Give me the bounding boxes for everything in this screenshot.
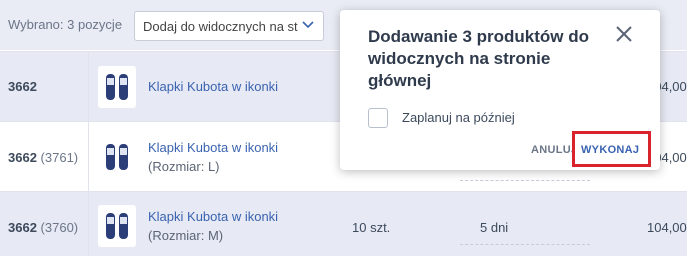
product-link[interactable]: Klapki Kubota w ikonki xyxy=(148,140,278,155)
slippers-image xyxy=(106,74,128,100)
product-name-cell: Klapki Kubota w ikonki (Rozmiar: L) xyxy=(148,140,278,174)
execute-button[interactable]: WYKONAJ xyxy=(572,131,651,167)
dialog-title: Dodawanie 3 produktów do widocznych na s… xyxy=(368,27,590,90)
selected-count: Wybrano: 3 pozycje xyxy=(8,17,123,32)
execute-label: WYKONAJ xyxy=(581,144,640,156)
lead-time[interactable]: 5 dni xyxy=(480,220,508,235)
cancel-button[interactable]: ANULUJ xyxy=(531,144,577,156)
slippers-image xyxy=(106,144,128,170)
product-thumbnail[interactable] xyxy=(98,205,136,247)
slippers-image xyxy=(106,213,128,239)
product-link[interactable]: Klapki Kubota w ikonki xyxy=(148,79,278,94)
product-link[interactable]: Klapki Kubota w ikonki xyxy=(148,209,278,224)
close-icon[interactable] xyxy=(612,22,636,46)
schedule-checkbox[interactable] xyxy=(368,108,388,128)
product-id: 3662 (3761) xyxy=(8,150,79,165)
bulk-action-select[interactable]: Dodaj do widocznych na st xyxy=(134,11,324,41)
chevron-down-icon xyxy=(301,17,315,34)
schedule-label[interactable]: Zaplanuj na później xyxy=(402,110,515,125)
product-variant: (Rozmiar: M) xyxy=(148,228,224,243)
column-divider xyxy=(88,192,89,256)
add-to-homepage-dialog: Dodawanie 3 produktów do widocznych na s… xyxy=(340,10,660,170)
bulk-action-value: Dodaj do widocznych na st xyxy=(143,19,298,34)
editable-cell-underline xyxy=(460,180,590,181)
editable-cell-underline xyxy=(460,244,590,245)
price: 104,00 xyxy=(647,220,687,235)
product-id: 3662 (3760) xyxy=(8,220,79,235)
product-thumbnail[interactable] xyxy=(98,66,136,108)
product-variant: (Rozmiar: L) xyxy=(148,159,220,174)
table-row[interactable]: 3662 (3760) Klapki Kubota w ikonki (Rozm… xyxy=(0,191,687,256)
quantity[interactable]: 10 szt. xyxy=(352,220,390,235)
product-name-cell: Klapki Kubota w ikonki xyxy=(148,79,278,94)
product-thumbnail[interactable] xyxy=(98,136,136,178)
product-name-cell: Klapki Kubota w ikonki (Rozmiar: M) xyxy=(148,209,278,243)
column-divider xyxy=(88,122,89,191)
product-id: 3662 xyxy=(8,79,37,94)
column-divider xyxy=(88,52,89,121)
